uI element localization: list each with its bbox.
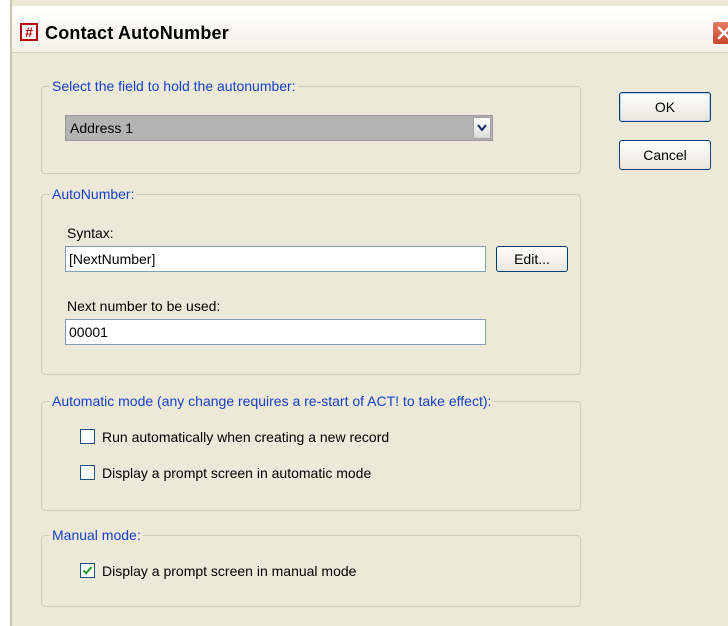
ok-button[interactable]: OK (619, 92, 711, 122)
cancel-button[interactable]: Cancel (619, 140, 711, 170)
next-number-label: Next number to be used: (67, 298, 221, 314)
run-automatically-checkbox[interactable] (80, 429, 95, 444)
dialog-window: # Contact AutoNumber Select the field to… (10, 0, 728, 626)
prompt-manual-label[interactable]: Display a prompt screen in manual mode (102, 563, 356, 579)
prompt-automatic-checkbox[interactable] (80, 465, 95, 480)
automatic-mode-group: Automatic mode (any change requires a re… (41, 393, 581, 511)
syntax-label: Syntax: (67, 225, 114, 241)
checkmark-icon (82, 566, 93, 575)
close-icon (717, 26, 728, 40)
prompt-manual-checkbox[interactable] (80, 563, 95, 578)
dropdown-arrow-button[interactable] (473, 117, 491, 139)
chevron-down-icon (477, 124, 487, 132)
manual-mode-legend: Manual mode: (50, 527, 143, 543)
next-number-input[interactable]: 00001 (65, 319, 486, 345)
prompt-automatic-label[interactable]: Display a prompt screen in automatic mod… (102, 465, 371, 481)
field-select-dropdown[interactable]: Address 1 (65, 115, 493, 141)
edit-button[interactable]: Edit... (496, 246, 568, 272)
autonumber-group: AutoNumber: (41, 186, 581, 375)
field-select-value: Address 1 (70, 120, 134, 136)
syntax-input[interactable]: [NextNumber] (65, 246, 486, 272)
automatic-mode-legend: Automatic mode (any change requires a re… (50, 393, 494, 409)
field-select-legend: Select the field to hold the autonumber: (50, 78, 298, 94)
dialog-title: Contact AutoNumber (45, 23, 229, 43)
title-bar[interactable]: # Contact AutoNumber (12, 6, 728, 53)
run-automatically-label[interactable]: Run automatically when creating a new re… (102, 429, 389, 445)
autonumber-legend: AutoNumber: (50, 186, 137, 202)
close-button[interactable] (712, 21, 728, 45)
app-icon: # (20, 23, 38, 41)
